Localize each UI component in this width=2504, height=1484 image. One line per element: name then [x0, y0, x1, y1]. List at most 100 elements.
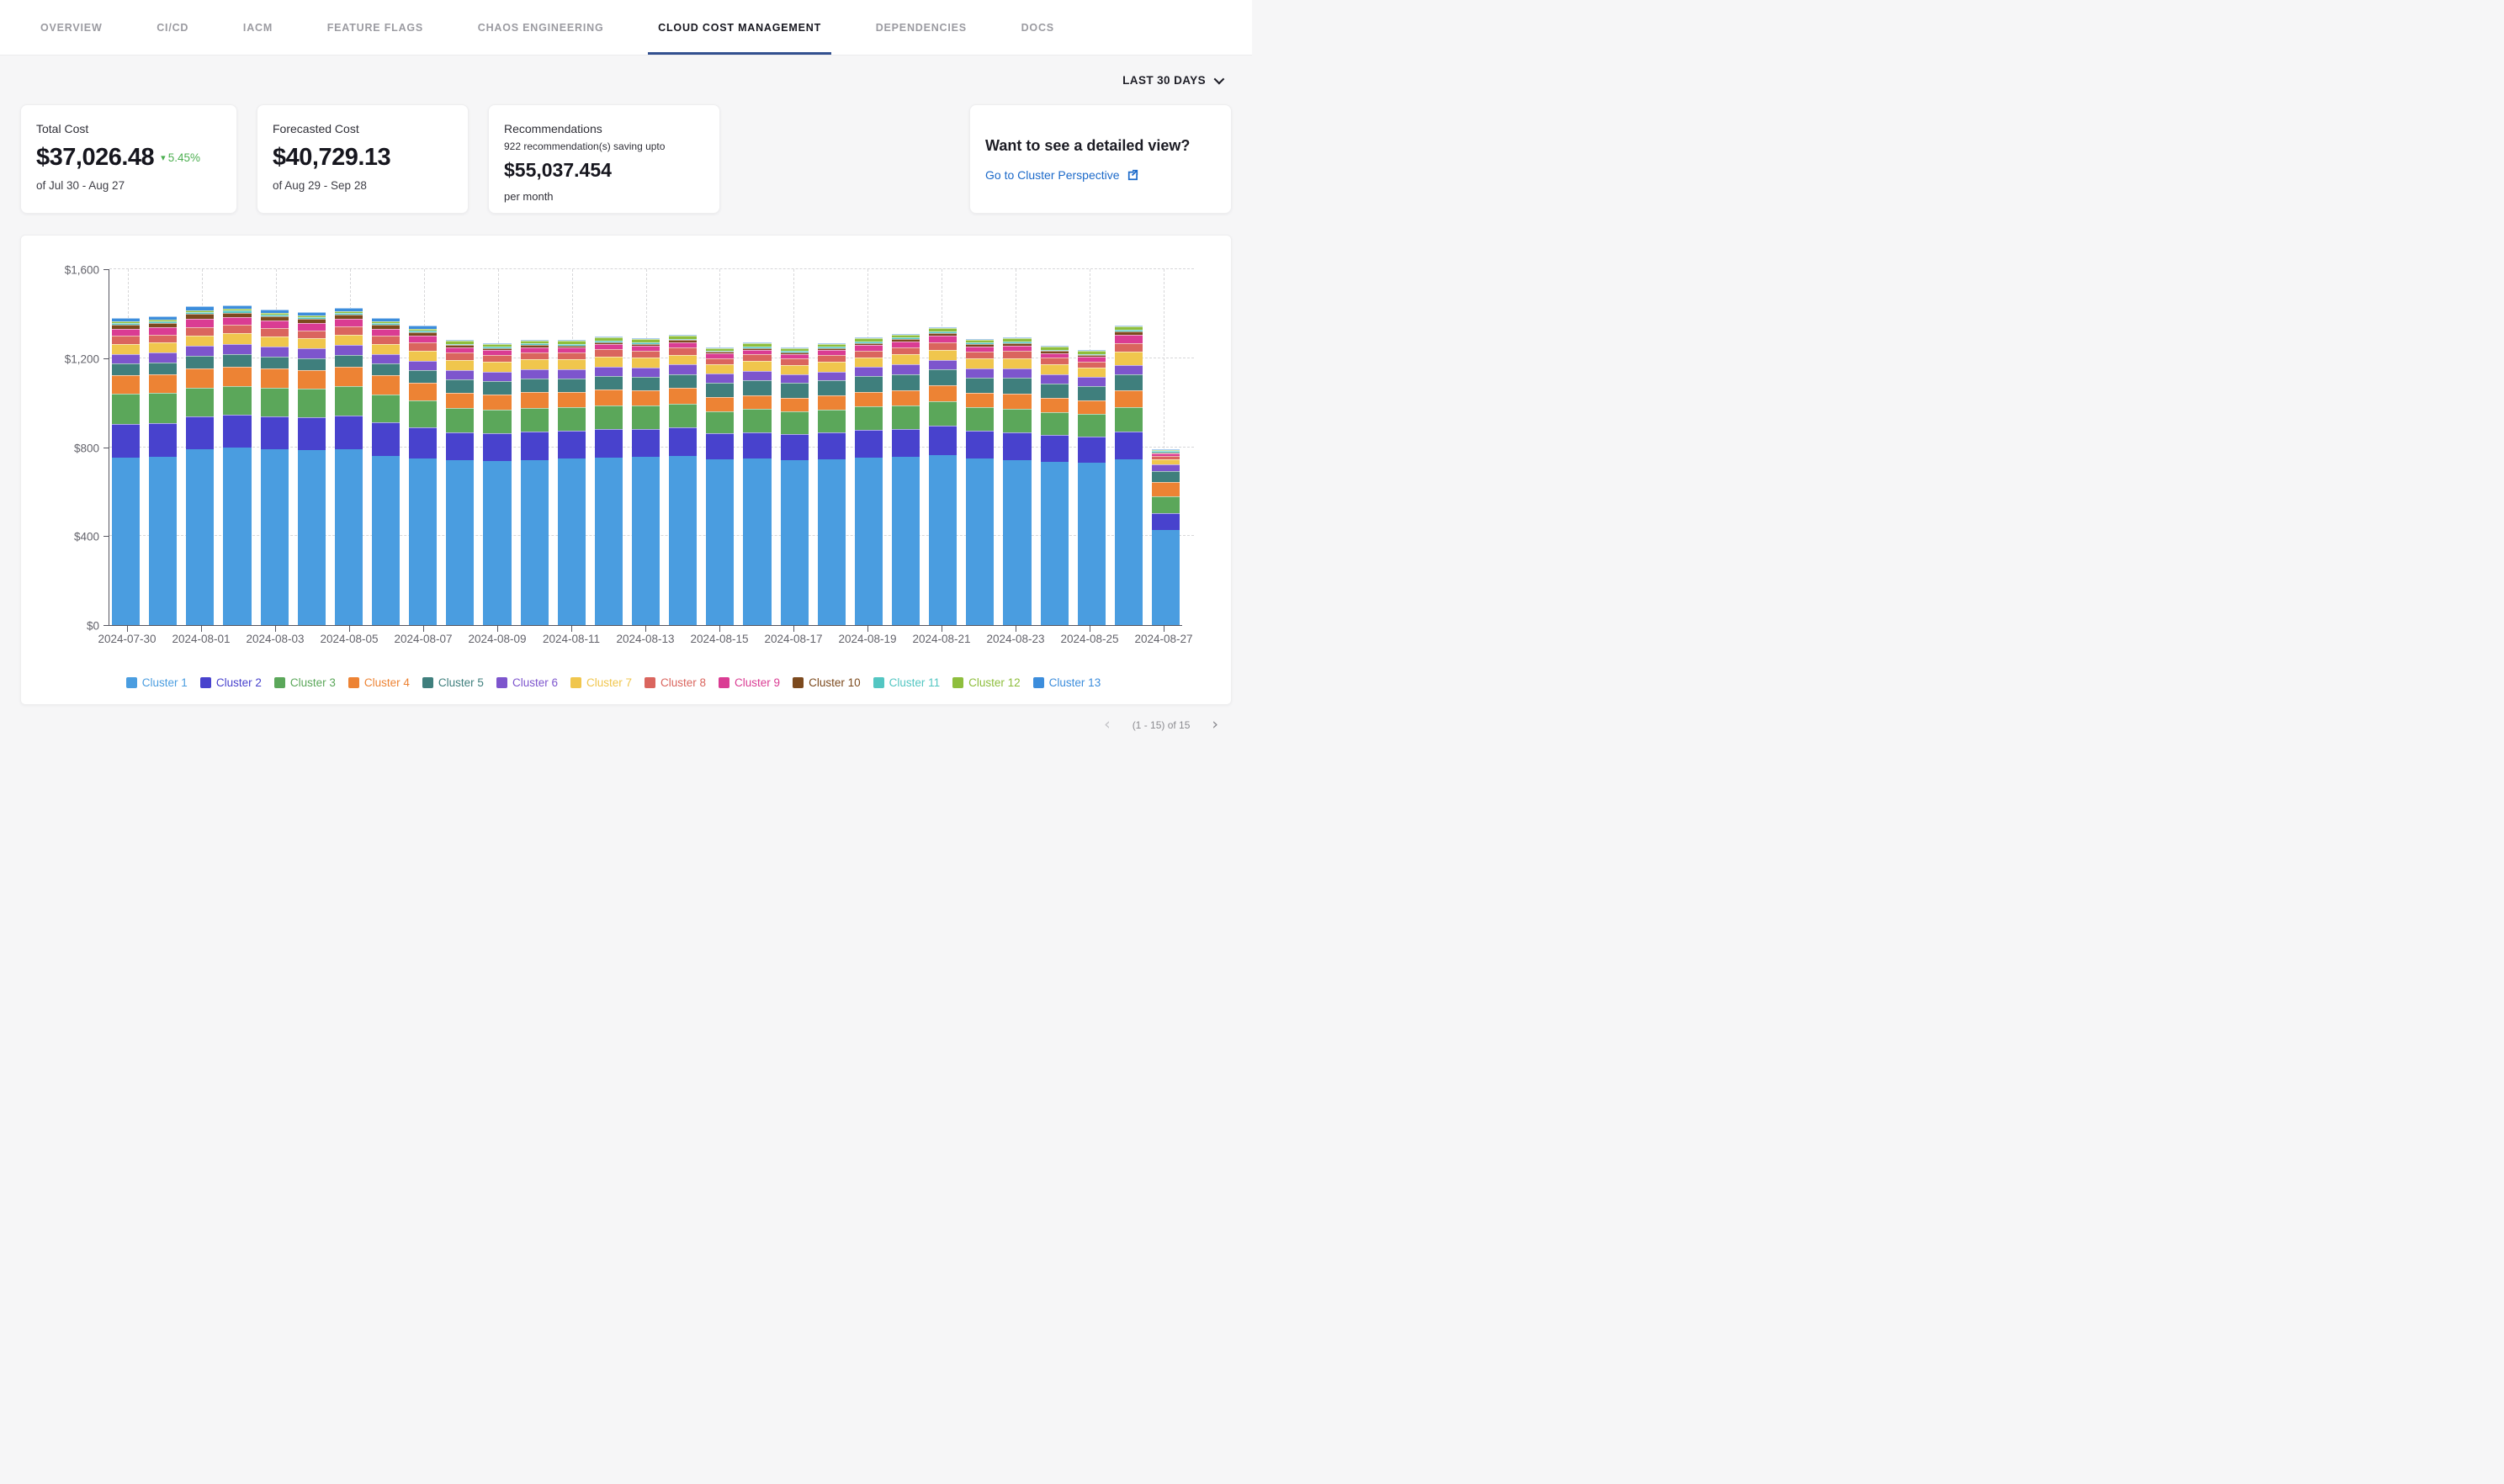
bar-2024-08-13[interactable]	[632, 339, 660, 626]
bar-2024-08-16[interactable]	[743, 342, 771, 625]
segment-cluster-5	[335, 355, 363, 367]
bar-2024-08-14[interactable]	[669, 335, 697, 625]
segment-cluster-5	[521, 379, 549, 392]
legend-item-cluster-9[interactable]: Cluster 9	[719, 676, 780, 689]
bar-2024-08-08[interactable]	[446, 340, 474, 625]
segment-cluster-9	[261, 321, 289, 328]
segment-cluster-2	[223, 415, 251, 448]
segment-cluster-5	[743, 380, 771, 395]
segment-cluster-3	[521, 408, 549, 432]
bar-2024-08-03[interactable]	[261, 310, 289, 625]
bar-2024-08-02[interactable]	[223, 305, 251, 625]
segment-cluster-4	[669, 388, 697, 404]
segment-cluster-7	[818, 362, 846, 371]
legend-item-cluster-11[interactable]: Cluster 11	[873, 676, 941, 689]
legend-item-cluster-10[interactable]: Cluster 10	[793, 676, 861, 689]
legend-swatch-icon	[200, 677, 211, 688]
segment-cluster-3	[409, 400, 437, 427]
segment-cluster-2	[483, 433, 511, 461]
legend-item-cluster-3[interactable]: Cluster 3	[274, 676, 336, 689]
segment-cluster-5	[186, 356, 214, 368]
segment-cluster-3	[335, 386, 363, 416]
legend-item-cluster-2[interactable]: Cluster 2	[200, 676, 262, 689]
bar-2024-08-10[interactable]	[521, 340, 549, 625]
segment-cluster-4	[186, 368, 214, 389]
bar-2024-08-09[interactable]	[483, 343, 511, 625]
bar-2024-08-07[interactable]	[409, 326, 437, 625]
tab-feature-flags[interactable]: FEATURE FLAGS	[327, 0, 423, 55]
legend-item-cluster-7[interactable]: Cluster 7	[570, 676, 632, 689]
bar-2024-07-30[interactable]	[112, 318, 140, 625]
legend-swatch-icon	[126, 677, 137, 688]
tab-chaos-engineering[interactable]: CHAOS ENGINEERING	[478, 0, 604, 55]
legend-item-cluster-12[interactable]: Cluster 12	[952, 676, 1021, 689]
segment-cluster-6	[1152, 464, 1180, 471]
segment-cluster-7	[1041, 364, 1069, 374]
next-page-button[interactable]: ›	[1212, 717, 1218, 733]
tab-dependencies[interactable]: DEPENDENCIES	[876, 0, 967, 55]
legend-label: Cluster 13	[1049, 676, 1101, 689]
bar-2024-08-11[interactable]	[558, 340, 586, 625]
segment-cluster-3	[298, 389, 326, 417]
segment-cluster-4	[298, 370, 326, 389]
legend-item-cluster-1[interactable]: Cluster 1	[126, 676, 188, 689]
bar-2024-08-22[interactable]	[966, 339, 994, 625]
bar-2024-08-21[interactable]	[929, 327, 957, 625]
segment-cluster-8	[335, 326, 363, 335]
segment-cluster-4	[818, 395, 846, 410]
bar-2024-08-15[interactable]	[706, 347, 734, 625]
forecasted-cost-value: $40,729.13	[273, 144, 390, 172]
bar-2024-08-06[interactable]	[372, 318, 400, 625]
bar-2024-08-04[interactable]	[298, 312, 326, 625]
segment-cluster-7	[409, 351, 437, 361]
tab-iacm[interactable]: IACM	[243, 0, 273, 55]
segment-cluster-9	[929, 336, 957, 342]
triangle-down-icon: ▾	[161, 152, 166, 163]
legend-item-cluster-6[interactable]: Cluster 6	[496, 676, 558, 689]
bar-2024-08-01[interactable]	[186, 306, 214, 625]
cluster-perspective-link[interactable]: Go to Cluster Perspective	[985, 168, 1216, 182]
legend-swatch-icon	[1033, 677, 1044, 688]
tab-overview[interactable]: OVERVIEW	[40, 0, 103, 55]
y-axis-label-400: $400	[74, 531, 99, 543]
segment-cluster-4	[781, 398, 809, 411]
bar-2024-08-18[interactable]	[818, 343, 846, 625]
segment-cluster-3	[446, 408, 474, 432]
x-tick-2024-08-07	[423, 626, 424, 632]
segment-cluster-4	[1115, 390, 1143, 407]
bar-2024-07-31[interactable]	[149, 316, 177, 625]
segment-cluster-5	[1078, 386, 1106, 400]
tab-ci-cd[interactable]: CI/CD	[156, 0, 188, 55]
segment-cluster-7	[1115, 352, 1143, 365]
legend-item-cluster-5[interactable]: Cluster 5	[422, 676, 484, 689]
segment-cluster-8	[372, 336, 400, 344]
bar-2024-08-19[interactable]	[855, 337, 883, 625]
bar-2024-08-27[interactable]	[1152, 449, 1180, 625]
segment-cluster-9	[1115, 335, 1143, 343]
bar-2024-08-26[interactable]	[1115, 326, 1143, 625]
tab-docs[interactable]: DOCS	[1021, 0, 1054, 55]
segment-cluster-7	[483, 362, 511, 372]
bar-2024-08-12[interactable]	[595, 337, 623, 625]
bar-2024-08-05[interactable]	[335, 308, 363, 625]
bar-2024-08-23[interactable]	[1003, 337, 1031, 625]
segment-cluster-5	[1115, 374, 1143, 390]
date-range-dropdown[interactable]: LAST 30 DAYS	[1122, 74, 1222, 87]
legend-item-cluster-8[interactable]: Cluster 8	[645, 676, 706, 689]
cluster-perspective-link-label: Go to Cluster Perspective	[985, 168, 1120, 182]
bar-2024-08-20[interactable]	[892, 334, 920, 625]
legend-item-cluster-4[interactable]: Cluster 4	[348, 676, 410, 689]
bar-2024-08-24[interactable]	[1041, 346, 1069, 625]
prev-page-button[interactable]: ‹	[1104, 717, 1111, 733]
segment-cluster-3	[261, 388, 289, 416]
legend-item-cluster-13[interactable]: Cluster 13	[1033, 676, 1101, 689]
bar-2024-08-17[interactable]	[781, 347, 809, 625]
x-tick-2024-08-11	[571, 626, 572, 632]
legend-label: Cluster 12	[968, 676, 1021, 689]
bar-2024-08-25[interactable]	[1078, 351, 1106, 626]
segment-cluster-7	[223, 333, 251, 344]
tab-cloud-cost-management[interactable]: CLOUD COST MANAGEMENT	[658, 0, 821, 55]
segment-cluster-3	[1115, 407, 1143, 432]
y-axis-label-0: $0	[87, 620, 99, 633]
chart-legend: Cluster 1 Cluster 2 Cluster 3 Cluster 4 Clus…	[21, 676, 1206, 689]
